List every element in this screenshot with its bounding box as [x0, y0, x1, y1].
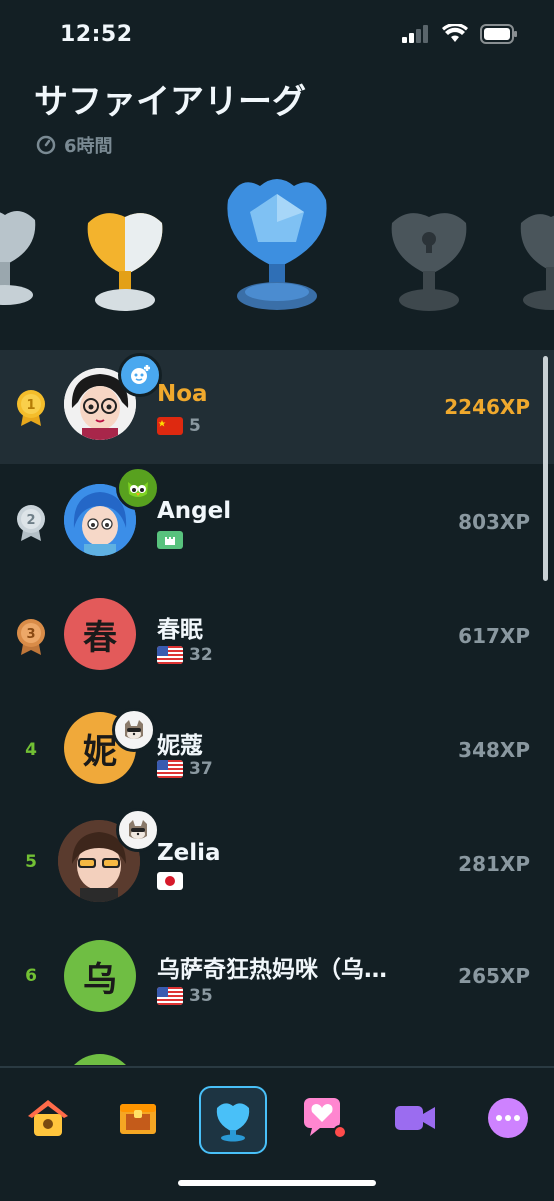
streak-count: 5 — [189, 416, 201, 436]
streak-count: 35 — [189, 986, 213, 1006]
xp-value: 265XP — [458, 964, 530, 988]
cat-badge-icon — [116, 808, 160, 852]
rank-number: 1 — [26, 398, 35, 413]
silver-trophy-icon[interactable] — [0, 200, 40, 310]
china-flag-icon — [157, 417, 183, 435]
xp-value: 803XP — [458, 510, 530, 534]
avatar[interactable]: 乌 — [64, 940, 136, 1012]
user-name: 乌萨奇狂热妈咪（乌… — [157, 957, 387, 983]
leaderboard-list[interactable]: 1 Noa 5 2246XP 2 Angel 803XP 3 春 春眠 32 6… — [0, 350, 554, 1065]
home-icon — [28, 1100, 68, 1136]
user-meta: 32 — [157, 645, 213, 665]
leaderboard-row[interactable]: 4 妮 妮蔻 37 348XP — [0, 692, 554, 806]
rank-number: 3 — [26, 627, 35, 642]
scrollbar[interactable] — [543, 356, 548, 581]
usa-flag-icon — [157, 760, 183, 778]
japan-flag-icon — [157, 872, 183, 890]
user-meta: 37 — [157, 759, 213, 779]
avatar[interactable] — [64, 1054, 136, 1065]
silver-medal-icon: 2 — [14, 502, 48, 542]
user-name: Angel — [157, 498, 232, 524]
battery-icon — [480, 24, 517, 44]
tab-video[interactable] — [383, 1086, 447, 1150]
user-name: 春眠 — [157, 617, 203, 643]
xp-value: 281XP — [458, 852, 530, 876]
bronze-medal-icon: 3 — [14, 616, 48, 656]
home-indicator — [178, 1180, 376, 1186]
tab-treasure[interactable] — [106, 1086, 170, 1150]
usa-flag-icon — [157, 987, 183, 1005]
heart-chat-icon — [304, 1098, 347, 1139]
xp-value: 348XP — [458, 738, 530, 762]
treasure-chest-icon — [120, 1104, 156, 1134]
xp-value: 617XP — [458, 624, 530, 648]
leaderboard-trophy-icon — [216, 1103, 250, 1142]
rank-number: 2 — [26, 513, 35, 528]
usa-flag-icon — [157, 646, 183, 664]
xp-value: 2246XP — [444, 395, 530, 419]
gold-trophy-icon[interactable] — [82, 205, 168, 315]
leaderboard-row[interactable]: 6 乌 乌萨奇狂热妈咪（乌… 35 265XP — [0, 920, 554, 1034]
locked-trophy-icon[interactable] — [516, 205, 554, 315]
signal-icon — [402, 25, 428, 43]
avatar[interactable]: 春 — [64, 598, 136, 670]
streak-count: 32 — [189, 645, 213, 665]
tab-home[interactable] — [16, 1086, 80, 1150]
clock-icon — [36, 135, 56, 155]
locked-trophy-icon[interactable] — [386, 205, 472, 315]
league-trophy-carousel[interactable] — [0, 170, 554, 320]
rank-number: 5 — [25, 852, 37, 872]
leaderboard-row[interactable] — [0, 1034, 554, 1065]
leaderboard-row[interactable]: 5 Zelia 281XP — [0, 806, 554, 920]
castle-flag-icon — [157, 531, 183, 549]
user-meta: 5 — [157, 416, 201, 436]
tab-leaderboard[interactable] — [199, 1086, 267, 1154]
sapphire-trophy-icon[interactable] — [220, 172, 334, 317]
leaderboard-row[interactable]: 3 春 春眠 32 617XP — [0, 578, 554, 692]
user-name: Noa — [157, 381, 208, 407]
rank-number: 6 — [25, 966, 37, 986]
owl-badge-icon — [116, 466, 160, 510]
gold-medal-icon: 1 — [14, 387, 48, 427]
avatar-initial: 春 — [83, 617, 117, 658]
timer-text: 6時間 — [64, 136, 113, 157]
user-name: 妮蔻 — [157, 733, 203, 759]
status-icons — [402, 24, 518, 44]
more-icon — [488, 1098, 528, 1138]
leaderboard-row[interactable]: 2 Angel 803XP — [0, 464, 554, 578]
user-name: Zelia — [157, 840, 221, 866]
status-time: 12:52 — [60, 22, 133, 47]
tab-social[interactable] — [292, 1086, 356, 1150]
cat-badge-icon — [112, 708, 156, 752]
league-timer: 6時間 — [36, 132, 113, 158]
league-title: サファイアリーグ — [34, 82, 306, 122]
streak-count: 37 — [189, 759, 213, 779]
user-meta — [157, 872, 189, 890]
user-meta: 35 — [157, 986, 213, 1006]
friend-add-badge-icon — [118, 353, 162, 397]
leaderboard-row[interactable]: 1 Noa 5 2246XP — [0, 350, 554, 464]
tab-more[interactable] — [476, 1086, 540, 1150]
avatar-initial: 乌 — [83, 959, 117, 1000]
status-bar: 12:52 — [0, 0, 554, 70]
rank-number: 4 — [25, 740, 37, 760]
wifi-icon — [442, 24, 468, 42]
user-meta — [157, 531, 189, 549]
video-icon — [395, 1106, 435, 1130]
